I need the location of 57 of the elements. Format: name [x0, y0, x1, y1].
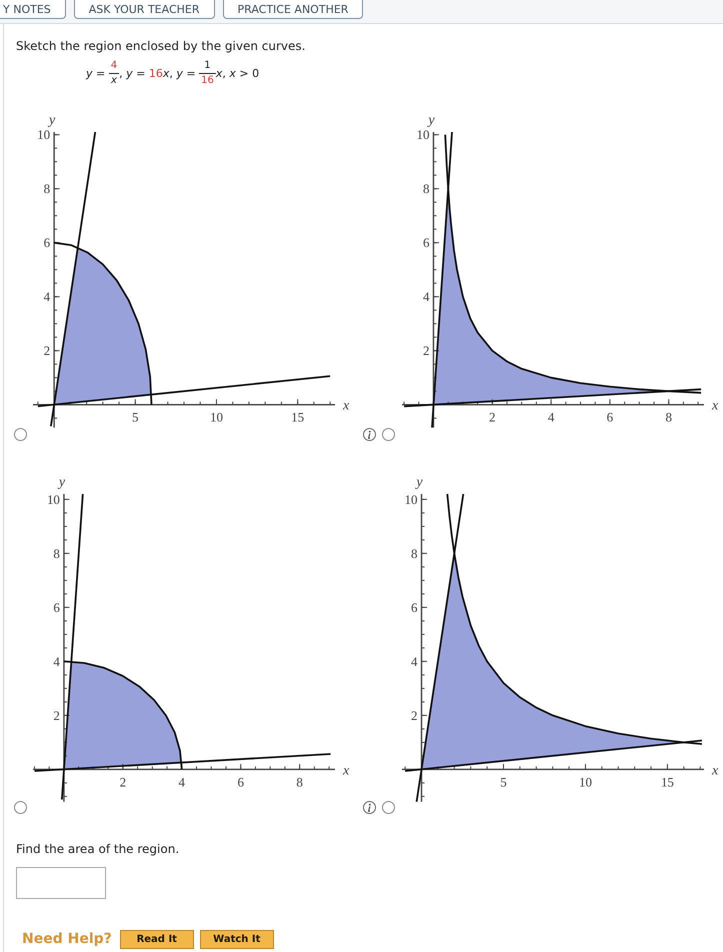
axis-label: x	[343, 763, 350, 778]
tick-label: 5	[500, 774, 507, 790]
tick-label: 6	[606, 410, 614, 425]
axis-label: y	[49, 113, 56, 128]
tick-label: 6	[237, 774, 244, 790]
header-button[interactable]: PRACTICE ANOTHER	[222, 0, 364, 19]
tick-label: 4	[53, 654, 60, 669]
tick-label: 10	[37, 127, 50, 142]
tick-label: 8	[422, 181, 430, 196]
tick-label: 4	[44, 289, 50, 304]
axis-label: x	[712, 398, 718, 414]
tick-label: 6	[422, 235, 430, 250]
axis-label: y	[416, 474, 423, 490]
radio-button[interactable]	[382, 428, 395, 441]
tick-label: 8	[53, 546, 60, 561]
header-button[interactable]: Y NOTES	[0, 0, 66, 19]
info-icon[interactable]	[363, 428, 376, 441]
radio-button[interactable]	[14, 428, 27, 441]
tick-label: 2	[422, 343, 430, 358]
help-button[interactable]: Watch It	[200, 930, 274, 950]
tick-label: 4	[422, 289, 430, 304]
tick-label: 2	[120, 774, 126, 790]
tick-label: 8	[665, 410, 672, 425]
question-text: Find the area of the region.	[16, 841, 180, 858]
tick-label: 6	[44, 235, 50, 250]
question-text: Sketch the region enclosed by the given curves.	[16, 38, 306, 54]
tick-label: 10	[46, 492, 60, 507]
help-label: Need Help?	[22, 930, 112, 950]
axis-label: x	[343, 398, 350, 414]
tick-label: 2	[489, 410, 496, 425]
info-icon[interactable]	[363, 801, 376, 814]
axis-label: x	[712, 763, 718, 778]
tick-label: 4	[178, 774, 186, 790]
header-button[interactable]: ASK YOUR TEACHER	[74, 0, 214, 19]
tick-label: 8	[296, 774, 303, 790]
tick-label: 2	[53, 708, 60, 723]
tick-label: 10	[404, 492, 418, 507]
help-button[interactable]: Read It	[120, 930, 194, 950]
tick-label: 15	[660, 774, 674, 790]
radio-button[interactable]	[14, 801, 27, 814]
tick-label: 8	[44, 181, 50, 196]
tick-label: 10	[578, 774, 592, 790]
tick-label: 2	[411, 708, 418, 723]
tick-label: 10	[416, 127, 430, 142]
tick-label: 15	[291, 410, 304, 425]
radio-button[interactable]	[382, 801, 395, 814]
tick-label: 8	[411, 546, 418, 561]
tick-label: 10	[210, 410, 223, 425]
axis-label: y	[58, 474, 66, 490]
answer-field[interactable]	[16, 867, 106, 900]
tick-label: 6	[53, 600, 60, 615]
tick-label: 6	[411, 600, 418, 615]
tick-label: 4	[548, 410, 554, 425]
tick-label: 2	[44, 343, 50, 358]
tick-label: 4	[411, 654, 418, 669]
tick-label: 5	[132, 410, 139, 425]
axis-label: y	[428, 113, 435, 128]
